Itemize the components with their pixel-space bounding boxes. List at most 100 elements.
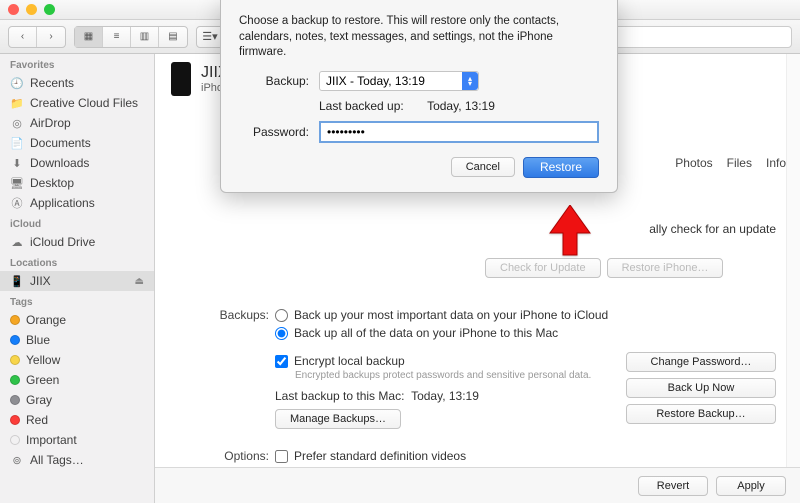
sidebar-item-blue[interactable]: Blue: [0, 330, 154, 350]
scrollbar[interactable]: [786, 54, 800, 467]
backup-mac-label: Back up all of the data on your iPhone t…: [294, 326, 558, 340]
close-window-icon[interactable]: [8, 4, 19, 15]
sidebar-item-label: Yellow: [26, 353, 60, 367]
sidebar-item-label: Recents: [30, 76, 74, 90]
sidebar-item-desktop[interactable]: 🖥 Desktop: [0, 173, 154, 193]
applications-icon: Ⓐ: [10, 197, 24, 209]
encrypt-label: Encrypt local backup: [294, 354, 405, 368]
sidebar-item-label: iCloud Drive: [30, 235, 95, 249]
folder-icon: 📁: [10, 97, 24, 109]
back-button[interactable]: ‹: [9, 27, 37, 47]
chevron-updown-icon: ▴▾: [462, 72, 478, 90]
view-list-button[interactable]: ≡: [103, 27, 131, 47]
backup-dropdown[interactable]: JIIX - Today, 13:19 ▴▾: [319, 71, 479, 91]
restore-backup-button[interactable]: Restore Backup…: [626, 404, 776, 424]
phone-thumb-icon: [171, 62, 191, 96]
documents-icon: 📄: [10, 137, 24, 149]
fullscreen-window-icon[interactable]: [44, 4, 55, 15]
sidebar-item-label: Red: [26, 413, 48, 427]
sidebar-item-label: Downloads: [30, 156, 89, 170]
backup-dropdown-value: JIIX - Today, 13:19: [326, 74, 425, 88]
last-backup-label: Last backup to this Mac:: [275, 389, 404, 403]
sidebar-item-downloads[interactable]: ⬇ Downloads: [0, 153, 154, 173]
desktop-icon: 🖥: [10, 177, 24, 189]
sheet-description: Choose a backup to restore. This will re…: [239, 14, 599, 61]
device-tabs: Photos Files Info: [665, 152, 796, 174]
sidebar-item-label: All Tags…: [30, 453, 84, 467]
sidebar-item-creative-cloud-files[interactable]: 📁 Creative Cloud Files: [0, 93, 154, 113]
change-password-button[interactable]: Change Password…: [626, 352, 776, 372]
sidebar-heading: Tags: [0, 291, 154, 310]
footer: Revert Apply: [155, 467, 800, 503]
sidebar-heading: iCloud: [0, 213, 154, 232]
sidebar-item-green[interactable]: Green: [0, 370, 154, 390]
sidebar-heading: Favorites: [0, 54, 154, 73]
sidebar-item-label: Green: [26, 373, 59, 387]
backup-icloud-radio[interactable]: [275, 309, 288, 322]
sidebar-item-airdrop[interactable]: ◎AirDrop: [0, 113, 154, 133]
minimize-window-icon[interactable]: [26, 4, 37, 15]
sidebar-item-red[interactable]: Red: [0, 410, 154, 430]
backup-mac-radio[interactable]: [275, 327, 288, 340]
sidebar-item-orange[interactable]: Orange: [0, 310, 154, 330]
last-backup-value: Today, 13:19: [411, 389, 479, 403]
sheet-last-label: Last backed up:: [319, 99, 404, 113]
sidebar-item-documents[interactable]: 📄 Documents: [0, 133, 154, 153]
sidebar-item-label: Important: [26, 433, 77, 447]
nav-buttons: ‹ ›: [8, 26, 66, 48]
sheet-cancel-button[interactable]: Cancel: [451, 157, 515, 177]
recents-icon: 🕘: [10, 77, 24, 89]
sidebar-item-label: JIIX: [30, 274, 51, 288]
opt-sd-checkbox[interactable]: [275, 450, 288, 463]
sidebar-item-gray[interactable]: Gray: [0, 390, 154, 410]
back-up-now-button[interactable]: Back Up Now: [626, 378, 776, 398]
sidebar-item-label: Gray: [26, 393, 52, 407]
backup-icloud-label: Back up your most important data on your…: [294, 308, 608, 322]
sidebar-item-label: Orange: [26, 313, 66, 327]
sidebar-item-recents[interactable]: 🕘 Recents: [0, 73, 154, 93]
view-gallery-button[interactable]: ▤: [159, 27, 187, 47]
backups-label: Backups:: [179, 306, 269, 429]
sidebar-item-all-tags-[interactable]: ⊚ All Tags…: [0, 450, 154, 470]
sheet-password-input[interactable]: [319, 121, 599, 143]
revert-button[interactable]: Revert: [638, 476, 708, 496]
update-auto-check-text: ally check for an update: [649, 222, 776, 236]
sidebar: Favorites 🕘 Recents 📁 Creative Cloud Files ◎A…: [0, 54, 155, 503]
sidebar-item-icloud-drive[interactable]: ☁iCloud Drive: [0, 232, 154, 252]
tab-photos[interactable]: Photos: [675, 156, 712, 170]
sheet-restore-button[interactable]: Restore: [523, 157, 599, 178]
tab-info[interactable]: Info: [766, 156, 786, 170]
pointer-arrow-icon: [545, 205, 595, 265]
sidebar-item-jiix[interactable]: 📱JIIX⏏: [0, 271, 154, 291]
sheet-last-value: Today, 13:19: [427, 99, 495, 113]
opt-sd-label: Prefer standard definition videos: [294, 449, 466, 463]
sidebar-item-important[interactable]: Important: [0, 430, 154, 450]
eject-icon[interactable]: ⏏: [135, 276, 144, 287]
sidebar-item-label: Creative Cloud Files: [30, 96, 138, 110]
sidebar-item-label: Desktop: [30, 176, 74, 190]
view-icons-button[interactable]: ▦: [75, 27, 103, 47]
apply-button[interactable]: Apply: [716, 476, 786, 496]
sheet-backup-label: Backup:: [239, 74, 309, 88]
downloads-icon: ⬇: [10, 157, 24, 169]
tag-dot-icon: [10, 415, 20, 425]
sidebar-item-label: Documents: [30, 136, 91, 150]
forward-button[interactable]: ›: [37, 27, 65, 47]
tag-dot-icon: [10, 375, 20, 385]
encrypt-checkbox[interactable]: [275, 355, 288, 368]
encrypt-subtext: Encrypted backups protect passwords and …: [275, 370, 591, 381]
sidebar-item-applications[interactable]: Ⓐ Applications: [0, 193, 154, 213]
sidebar-item-yellow[interactable]: Yellow: [0, 350, 154, 370]
tag-dot-icon: [10, 435, 20, 445]
sidebar-item-label: Applications: [30, 196, 95, 210]
sidebar-item-label: AirDrop: [30, 116, 71, 130]
tab-files[interactable]: Files: [727, 156, 752, 170]
tag-dot-icon: [10, 335, 20, 345]
restore-iphone-button[interactable]: Restore iPhone…: [607, 258, 724, 278]
restore-sheet: Choose a backup to restore. This will re…: [220, 0, 618, 193]
tag-dot-icon: [10, 395, 20, 405]
sheet-password-label: Password:: [239, 125, 309, 139]
view-columns-button[interactable]: ▥: [131, 27, 159, 47]
manage-backups-button[interactable]: Manage Backups…: [275, 409, 401, 429]
alltags-icon: ⊚: [10, 454, 24, 466]
